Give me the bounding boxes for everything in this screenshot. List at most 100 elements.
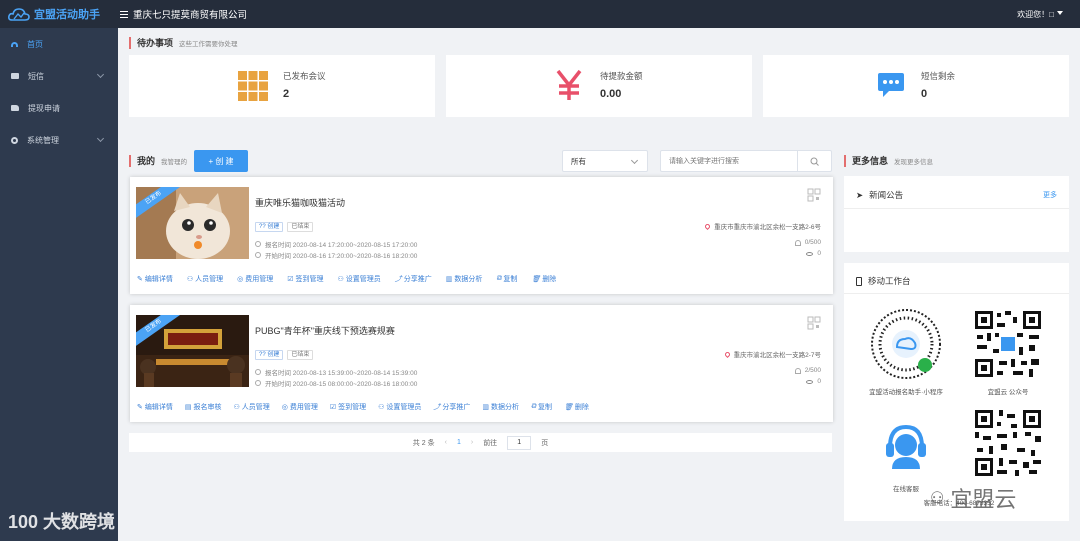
activity-title[interactable]: 重庆唯乐猫咖吸猫活动 — [255, 196, 345, 209]
action-admins[interactable]: ⚇ 设置管理员 — [338, 274, 381, 284]
activity-tags: ?? 创建 已结束 — [255, 350, 314, 360]
stat-card-sms[interactable]: 短信剩余 0 — [763, 55, 1069, 117]
action-checkin[interactable]: ☑ 签到管理 — [287, 274, 323, 284]
status-filter-select[interactable]: 所有 — [562, 150, 648, 172]
dashboard-icon — [11, 41, 18, 47]
more-link[interactable]: 更多 — [1043, 190, 1057, 200]
chevron-down-icon[interactable] — [1057, 11, 1063, 15]
sidebar-item-system[interactable]: 系统管理 — [0, 124, 118, 156]
action-checkin[interactable]: ☑ 签到管理 — [330, 402, 366, 412]
share-icon: ⤴ — [433, 404, 441, 411]
action-copy[interactable]: ⧉ 复制 — [531, 402, 552, 412]
mini-program-code-image — [871, 309, 941, 379]
search-button[interactable] — [797, 151, 831, 171]
wechat-icon: ⚇ — [930, 490, 945, 507]
cloud-logo-icon — [8, 8, 30, 21]
action-edit[interactable]: ✎ 编辑详情 — [137, 274, 173, 284]
signup-time: 报名时间 2020-08-14 17:20:00~2020-08-15 17:2… — [255, 239, 417, 249]
sidebar-item-withdraw[interactable]: 提现申请 — [0, 92, 118, 124]
bar-chart-icon: ▥ — [482, 404, 489, 411]
action-members[interactable]: ⚇ 人员管理 — [187, 274, 223, 284]
start-time: 开始时间 2020-08-15 08:00:00~2020-08-16 18:0… — [255, 378, 417, 388]
clock-icon — [255, 252, 261, 258]
wallet-icon — [11, 105, 19, 111]
next-page-icon[interactable]: › — [471, 439, 473, 446]
start-time-text: 开始时间 2020-08-15 08:00:00~2020-08-16 18:0… — [265, 381, 418, 388]
prev-page-icon[interactable]: ‹ — [445, 439, 447, 446]
user-gear-icon: ⚇ — [378, 404, 385, 411]
action-edit[interactable]: ✎ 编辑详情 — [137, 402, 173, 412]
action-analytics[interactable]: ▥ 数据分析 — [482, 402, 519, 412]
watermark-left: 100 大数跨境 — [8, 512, 116, 532]
qr-code-icon[interactable] — [807, 316, 821, 330]
welcome-user[interactable]: 欢迎您！□ — [1017, 9, 1054, 20]
goto-page-input[interactable]: 1 — [507, 435, 532, 450]
people-icon: ⚇ — [233, 404, 240, 411]
activity-address: 重庆市渝北区余松一支路2-7号 — [723, 349, 821, 359]
action-members[interactable]: ⚇ 人员管理 — [234, 402, 270, 412]
stat-value: 2 — [283, 88, 290, 100]
edit-icon: ✎ — [137, 404, 143, 411]
page-number[interactable]: 1 — [457, 439, 461, 446]
document-icon: ▤ — [184, 404, 192, 411]
action-share[interactable]: ⤴ 分享推广 — [395, 274, 432, 284]
money-icon: ◎ — [281, 404, 288, 411]
sidebar-item-sms[interactable]: 短信 — [0, 60, 118, 92]
action-fees[interactable]: ◎ 费用管理 — [237, 274, 273, 284]
people-icon — [794, 367, 801, 374]
stat-card-meetings[interactable]: 已发布会议 2 — [129, 55, 435, 117]
start-time-text: 开始时间 2020-08-16 17:20:00~2020-08-16 18:2… — [265, 253, 418, 260]
divider — [844, 208, 1069, 209]
action-share[interactable]: ⤴ 分享推广 — [433, 402, 470, 412]
section-marker — [844, 154, 846, 167]
activity-card[interactable]: 已发布 重庆唯乐猫咖吸猫活动 ?? 创建 已结束 重庆市重庆市渝北区余松一支路2… — [130, 177, 833, 294]
action-delete[interactable]: 🗑 删除 — [564, 402, 589, 412]
action-analytics[interactable]: ▥ 数据分析 — [446, 274, 483, 284]
qr-code-icon[interactable] — [807, 188, 821, 202]
watermark-right-text: 宜盟云 — [950, 487, 1017, 512]
news-title: 新闻公告 — [869, 190, 904, 200]
sidebar-item-label: 首页 — [27, 39, 43, 49]
customer-service-icon — [886, 424, 926, 469]
action-delete[interactable]: 🗑 删除 — [531, 274, 556, 284]
page-unit: 页 — [541, 439, 549, 447]
search-icon — [810, 157, 819, 166]
main-content: 待办事项 这些工作需要你处理 已发布会议 2 待提款金额 0.00 短信剩余 0… — [118, 28, 1080, 541]
people-icon: ⚇ — [186, 276, 194, 283]
grid-table-icon — [238, 71, 268, 101]
location-pin-icon — [704, 222, 712, 230]
user-gear-icon: ⚇ — [337, 276, 344, 283]
status-tag: 已结束 — [287, 350, 314, 360]
action-fees[interactable]: ◎ 费用管理 — [282, 402, 318, 412]
stat-card-withdraw[interactable]: 待提款金额 0.00 — [446, 55, 752, 117]
action-admins[interactable]: ⚇ 设置管理员 — [378, 402, 421, 412]
section-subtitle: 发现更多信息 — [894, 158, 934, 166]
section-title: 更多信息 — [852, 156, 889, 166]
app-logo[interactable]: 宜盟活动助手 — [0, 0, 118, 28]
gear-icon — [11, 136, 18, 144]
activity-thumbnail[interactable]: 已发布 — [136, 187, 249, 259]
section-subtitle: 这些工作需要你处理 — [179, 40, 238, 48]
sidebar-item-home[interactable]: 首页 — [0, 28, 118, 60]
create-button[interactable]: + 创 建 — [194, 150, 248, 172]
activity-title[interactable]: PUBG"青年杯"重庆线下预选赛规赛 — [255, 324, 395, 337]
start-time: 开始时间 2020-08-16 17:20:00~2020-08-16 18:2… — [255, 250, 417, 260]
news-panel: ➤ 新闻公告 更多 — [844, 176, 1069, 252]
activity-thumbnail[interactable]: 已发布 — [136, 315, 249, 387]
top-bar: 宜盟活动助手 重庆七只提莫商贸有限公司 欢迎您！□ — [0, 0, 1080, 28]
bar-chart-icon: ▥ — [445, 276, 453, 283]
stat-value: 0 — [921, 88, 928, 100]
checkbox-icon: ☑ — [329, 404, 337, 411]
location-pin-icon — [723, 350, 731, 358]
creator-tag: ?? 创建 — [255, 350, 284, 360]
stat-label: 待提款金额 — [600, 71, 643, 81]
action-review[interactable]: ▤ 报名审核 — [185, 402, 222, 412]
search-input[interactable] — [669, 151, 794, 171]
creator-tag: ?? 创建 — [255, 222, 284, 232]
view-count: 0 — [806, 250, 821, 257]
menu-toggle-icon[interactable] — [120, 10, 128, 18]
activity-card[interactable]: 已发布 PUBG"青年杯"重庆线下预选赛规赛 ?? 创建 已结束 重庆市渝北区余… — [130, 305, 833, 422]
more-section-header: 更多信息 发现更多信息 — [844, 154, 933, 167]
activity-actions: ✎ 编辑详情 ▤ 报名审核 ⚇ 人员管理 ◎ 费用管理 ☑ 签到管理 ⚇ 设置管理员 ⤴ 分享… — [137, 402, 589, 412]
action-copy[interactable]: ⧉ 复制 — [496, 274, 517, 284]
